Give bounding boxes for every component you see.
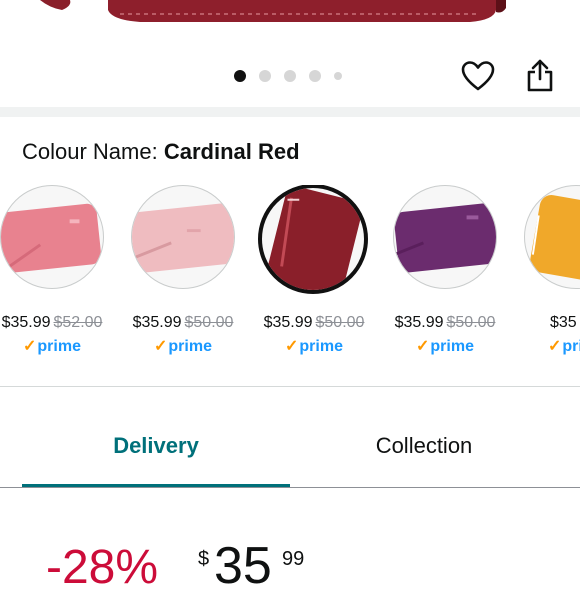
share-icon <box>527 59 553 92</box>
wishlist-button[interactable] <box>460 58 496 94</box>
swatch-price: $35.99 $50.00 <box>394 314 496 331</box>
heart-icon <box>461 61 495 91</box>
carousel-dot[interactable] <box>284 70 296 82</box>
swatch-image <box>393 185 497 289</box>
prime-check-icon: ✓ <box>416 338 430 355</box>
colour-value: Cardinal Red <box>163 139 300 164</box>
prime-badge: ✓prime <box>416 338 474 355</box>
carousel-dots <box>234 70 342 82</box>
swatch-image <box>131 185 235 289</box>
prime-badge: ✓prime <box>23 338 81 355</box>
section-divider <box>0 107 580 117</box>
tabs-baseline <box>0 487 580 488</box>
colour-swatch-list: $35.99 $52.00 ✓prime $35.99 $50.00 ✓prime … <box>0 185 580 365</box>
price-whole: 35 <box>214 537 272 595</box>
carousel-dot[interactable] <box>334 72 342 80</box>
prime-check-icon: ✓ <box>154 338 168 355</box>
swatch-image <box>258 185 368 294</box>
colour-label-text: Colour Name: <box>22 139 164 164</box>
product-image[interactable] <box>0 0 580 30</box>
share-button[interactable] <box>522 58 558 94</box>
prime-check-icon: ✓ <box>23 338 37 355</box>
tab-collection[interactable]: Collection <box>290 433 558 459</box>
carousel-dot[interactable] <box>259 70 271 82</box>
section-divider <box>0 386 580 387</box>
prime-check-icon: ✓ <box>548 338 562 355</box>
price-fraction: 99 <box>282 548 305 570</box>
prime-badge: ✓pri <box>548 338 580 355</box>
price-currency: $ <box>198 548 210 570</box>
tab-delivery[interactable]: Delivery <box>22 433 290 459</box>
swatch-image <box>524 185 580 289</box>
fulfilment-tabs: Delivery Collection <box>22 413 558 489</box>
carousel-dot[interactable] <box>309 70 321 82</box>
prime-badge: ✓prime <box>285 338 343 355</box>
swatch-image <box>0 185 104 289</box>
swatch-price: $35.99 $50.00 <box>263 314 365 331</box>
discount-percentage: -28% <box>46 541 159 594</box>
swatch-price: $35.99 $50.00 <box>132 314 234 331</box>
colour-name-label: Colour Name: Cardinal Red <box>22 139 300 165</box>
swatch-price: $35.99 $52.00 <box>1 314 103 331</box>
carousel-dot-active[interactable] <box>234 70 246 82</box>
prime-badge: ✓prime <box>154 338 212 355</box>
prime-check-icon: ✓ <box>285 338 299 355</box>
swatch-price: $35 <box>550 314 577 331</box>
